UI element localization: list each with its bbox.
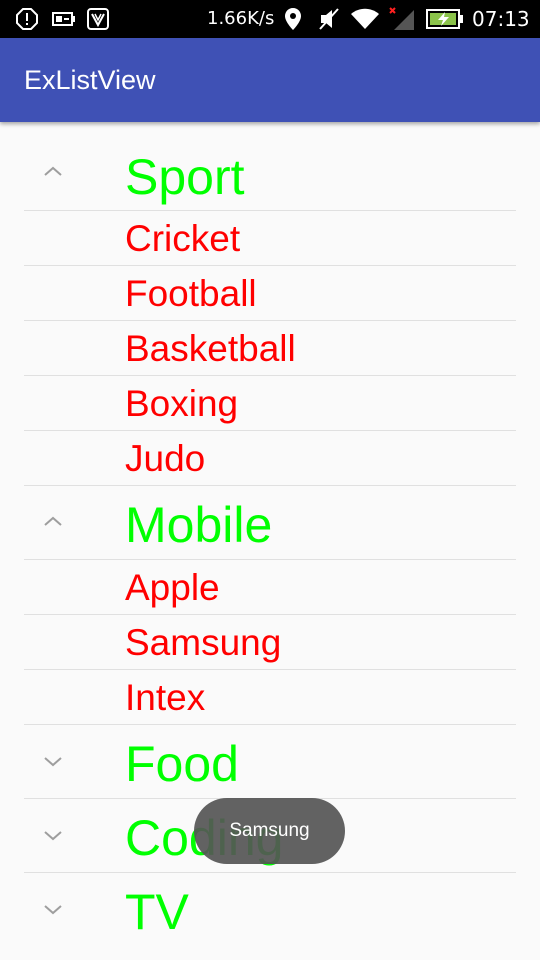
clock: 07:13 <box>472 7 530 31</box>
child-row-football[interactable]: Football <box>0 266 540 321</box>
child-label: Football <box>125 273 257 314</box>
group-label: Food <box>125 736 239 792</box>
battery-saver-icon <box>52 0 76 38</box>
child-row-apple[interactable]: Apple <box>0 560 540 615</box>
chevron-down-icon <box>42 755 64 769</box>
toast-message: Samsung <box>194 798 345 864</box>
mute-icon <box>318 0 340 38</box>
group-label: Mobile <box>125 497 273 553</box>
child-row-boxing[interactable]: Boxing <box>0 376 540 431</box>
app-title: ExListView <box>24 65 156 95</box>
child-label: Basketball <box>125 328 296 369</box>
status-bar: 1.66K/s 07:13 <box>0 0 540 38</box>
app-bar: ExListView <box>0 38 540 122</box>
group-row-mobile[interactable]: Mobile <box>0 486 540 560</box>
chevron-down-icon <box>42 903 64 917</box>
group-label: TV <box>125 884 189 940</box>
wifi-icon <box>350 0 380 38</box>
child-row-basketball[interactable]: Basketball <box>0 321 540 376</box>
no-signal-icon <box>388 0 416 38</box>
child-label: Cricket <box>125 218 241 259</box>
launcher-app-icon <box>87 0 109 38</box>
location-icon <box>284 0 302 38</box>
chevron-up-icon <box>42 514 64 528</box>
child-label: Intex <box>125 677 206 718</box>
child-label: Samsung <box>125 622 282 663</box>
group-row-food[interactable]: Food <box>0 725 540 799</box>
chevron-down-icon <box>42 829 64 843</box>
child-row-judo[interactable]: Judo <box>0 431 540 486</box>
group-row-tv[interactable]: TV <box>0 873 540 947</box>
alert-icon <box>16 0 38 38</box>
child-label: Boxing <box>125 383 239 424</box>
child-row-cricket[interactable]: Cricket <box>0 211 540 266</box>
group-label: Sport <box>125 149 245 205</box>
child-label: Judo <box>125 438 206 479</box>
network-speed: 1.66K/s <box>207 8 275 29</box>
group-row-sport[interactable]: Sport <box>0 122 540 211</box>
child-label: Apple <box>125 567 220 608</box>
chevron-up-icon <box>42 164 64 178</box>
child-row-intex[interactable]: Intex <box>0 670 540 725</box>
child-row-samsung[interactable]: Samsung <box>0 615 540 670</box>
battery-charging-icon <box>426 0 464 38</box>
